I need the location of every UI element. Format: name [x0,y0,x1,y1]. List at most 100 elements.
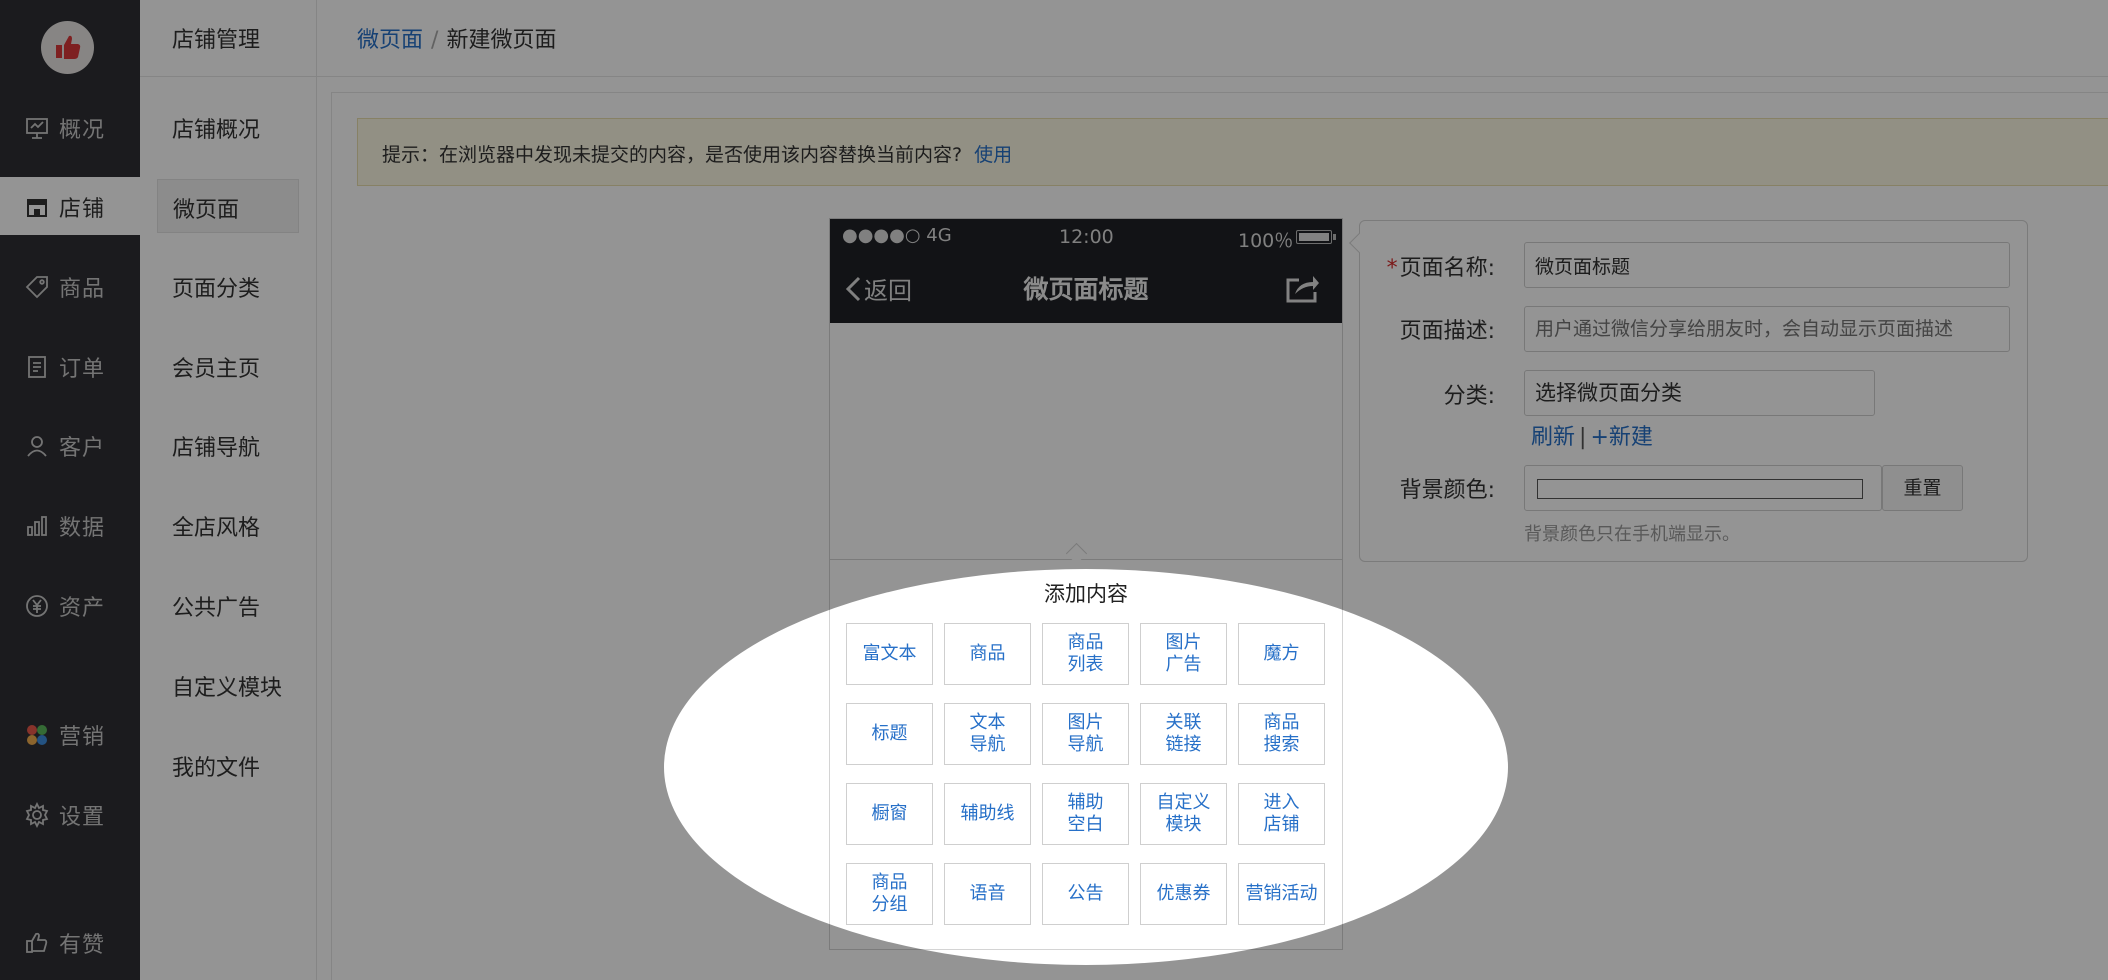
add-showcase-button[interactable]: 橱窗 [846,783,933,845]
divider [140,76,316,77]
breadcrumb: 微页面 / 新建微页面 [357,22,556,54]
sub-nav-label: 我的文件 [172,756,261,781]
sub-nav-item-store-style[interactable]: 全店风格 [157,498,297,550]
sub-nav-item-member-home[interactable]: 会员主页 [157,339,297,391]
sub-nav-item-custom-module[interactable]: 自定义模块 [157,658,297,710]
add-coupon-button[interactable]: 优惠券 [1140,863,1227,925]
nav-label: 客户 [59,436,106,461]
nav-item-overview[interactable]: 概况 [0,98,140,156]
order-icon [24,354,50,380]
add-goods-list-button[interactable]: 商品 列表 [1042,623,1129,685]
bg-color-picker[interactable] [1524,465,1882,511]
battery-icon [1296,230,1332,244]
new-category-link[interactable]: +新建 [1590,425,1652,450]
nav-label: 店铺 [59,197,106,222]
nav-item-customers[interactable]: 客户 [0,416,140,474]
nav-item-goods[interactable]: 商品 [0,257,140,315]
gear-icon [24,801,50,829]
bg-color-label: 背景颜色: [1399,478,1495,503]
top-bar: 微页面 / 新建微页面 [317,0,2108,77]
breadcrumb-current: 新建微页面 [446,28,557,53]
sub-nav-item-public-ads[interactable]: 公共广告 [157,578,297,630]
add-link-button[interactable]: 关联 链接 [1140,703,1227,765]
nav-label: 设置 [59,805,106,830]
page-name-label: *页面名称: [1335,250,1495,282]
add-image-ad-button[interactable]: 图片 广告 [1140,623,1227,685]
add-image-nav-button[interactable]: 图片 导航 [1042,703,1129,765]
thumbs-up-icon [24,930,50,956]
nav-label: 订单 [59,357,106,382]
logo-thumbs-up-icon[interactable] [41,21,94,74]
refresh-link[interactable]: 刷新 [1531,425,1575,450]
marketing-icon [24,722,50,748]
reset-button[interactable]: 重置 [1882,465,1963,511]
add-promotion-button[interactable]: 营销活动 [1238,863,1325,925]
sub-nav-label: 店铺导航 [172,436,261,461]
nav-label: 资产 [59,596,106,621]
nav-item-settings[interactable]: 设置 [0,785,140,843]
add-title-button[interactable]: 标题 [846,703,933,765]
sub-nav-label: 微页面 [173,198,240,223]
draft-notice: 提示：在浏览器中发现未提交的内容，是否使用该内容替换当前内容? 使用 [357,118,2108,186]
main-nav: 概况 店铺 商品 订单 客户 数据 资产 营销 设置 有赞 [0,0,140,980]
nav-item-assets[interactable]: 资产 [0,576,140,634]
add-custom-module-button[interactable]: 自定义 模块 [1140,783,1227,845]
phone-header: ●●●●○ 4G 12:00 100％ 返回 微页面标题 [830,219,1342,323]
page-name-label-text: 页面名称: [1399,256,1495,281]
nav-footer-label: 有赞 [59,933,106,958]
sub-nav-label: 全店风格 [172,516,261,541]
sub-nav: 店铺管理 店铺概况 微页面 页面分类 会员主页 店铺导航 全店风格 公共广告 自… [140,0,317,980]
status-time: 12:00 [1059,226,1114,248]
add-text-nav-button[interactable]: 文本 导航 [944,703,1031,765]
sub-nav-item-overview[interactable]: 店铺概况 [157,100,297,152]
nav-label: 商品 [59,277,106,302]
tag-icon [24,274,50,300]
nav-item-store[interactable]: 店铺 [0,177,140,235]
sub-nav-label: 店铺概况 [172,118,261,143]
add-cube-button[interactable]: 魔方 [1238,623,1325,685]
add-richtext-button[interactable]: 富文本 [846,623,933,685]
color-swatch [1537,479,1863,499]
sub-nav-item-micropage[interactable]: 微页面 [157,179,299,233]
link-separator: | [1579,425,1587,450]
sub-nav-label: 公共广告 [172,596,261,621]
notice-message: 提示：在浏览器中发现未提交的内容，是否使用该内容替换当前内容? [382,144,963,166]
nav-label: 概况 [59,118,106,143]
sub-nav-label: 会员主页 [172,357,261,382]
add-goods-search-button[interactable]: 商品 搜索 [1238,703,1325,765]
category-select[interactable]: 选择微页面分类 [1524,370,1875,416]
add-voice-button[interactable]: 语音 [944,863,1031,925]
sub-nav-label: 页面分类 [172,277,261,302]
page-name-input[interactable] [1524,242,2010,288]
dashboard-icon [24,115,50,141]
share-icon[interactable] [1285,270,1321,308]
sub-nav-title: 店铺管理 [172,28,261,53]
notice-text: 提示：在浏览器中发现未提交的内容，是否使用该内容替换当前内容? 使用 [382,140,1012,167]
nav-item-orders[interactable]: 订单 [0,337,140,395]
nav-footer-youzan[interactable]: 有赞 [0,913,140,971]
phone-page-title: 微页面标题 [1023,275,1149,304]
add-notice-button[interactable]: 公告 [1042,863,1129,925]
add-divider-button[interactable]: 辅助线 [944,783,1031,845]
page-desc-input[interactable] [1524,306,2010,352]
sub-nav-item-store-nav[interactable]: 店铺导航 [157,418,297,470]
user-icon [24,433,50,459]
breadcrumb-link-micropage[interactable]: 微页面 [357,28,423,53]
phone-canvas[interactable] [830,323,1342,560]
add-spacer-button[interactable]: 辅助 空白 [1042,783,1129,845]
nav-label: 营销 [59,725,106,750]
nav-label: 数据 [59,516,106,541]
add-content-title: 添加内容 [1044,582,1128,606]
sub-nav-item-page-category[interactable]: 页面分类 [157,259,297,311]
add-goods-button[interactable]: 商品 [944,623,1031,685]
signal-indicator: ●●●●○ 4G [842,225,952,246]
use-draft-link[interactable]: 使用 [974,144,1012,166]
add-goods-group-button[interactable]: 商品 分组 [846,863,933,925]
battery-tip [1333,234,1336,240]
add-enter-store-button[interactable]: 进入 店铺 [1238,783,1325,845]
sub-nav-item-my-files[interactable]: 我的文件 [157,738,297,790]
nav-item-marketing[interactable]: 营销 [0,705,140,763]
bg-color-help: 背景颜色只在手机端显示。 [1524,524,1740,545]
nav-item-data[interactable]: 数据 [0,496,140,554]
breadcrumb-separator: / [431,28,439,53]
